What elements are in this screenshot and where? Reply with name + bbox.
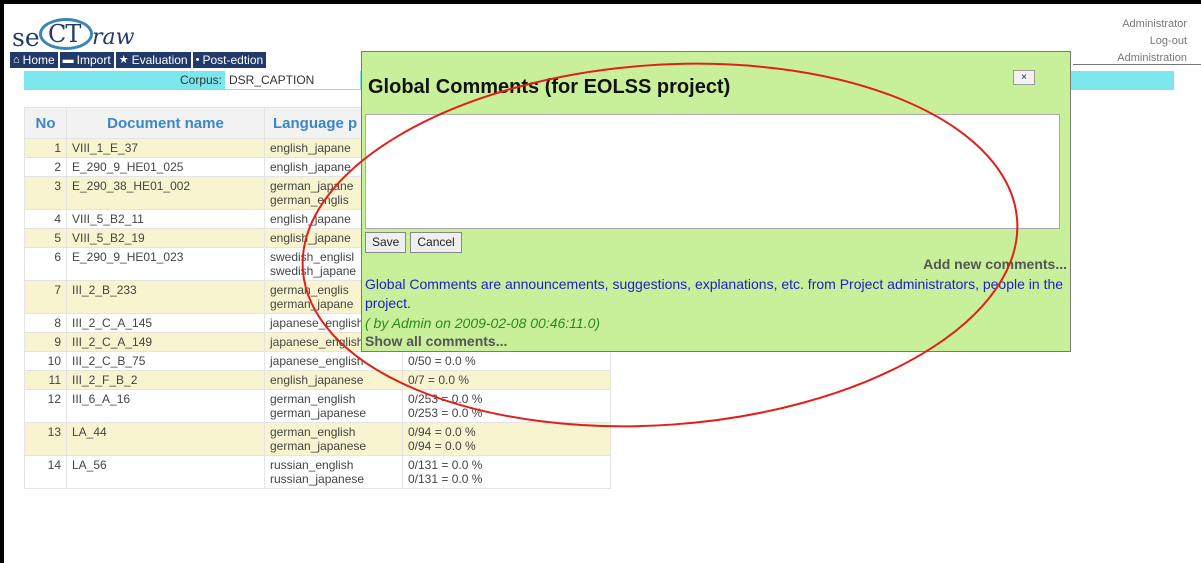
result-value: 0/131 = 0.0 % — [408, 472, 483, 486]
language-pair[interactable]: german_english — [270, 425, 397, 439]
document-name-link[interactable]: VIII_5_B2_19 — [66, 228, 265, 248]
language-pair[interactable]: german_japanese — [270, 439, 397, 453]
result-value: 0/7 = 0.0 % — [408, 373, 470, 387]
show-all-comments-link[interactable]: Show all comments... — [365, 333, 507, 349]
language-pair-cell: japanese_english — [264, 351, 403, 371]
language-pair[interactable]: english_japanese — [270, 373, 397, 387]
window-frame-left — [0, 0, 4, 563]
row-number: 5 — [24, 228, 67, 248]
language-pair[interactable]: russian_english — [270, 458, 397, 472]
nav-postedition-label: Post-edtion — [202, 53, 264, 67]
nav-home-label: Home — [22, 53, 55, 67]
comment-textarea[interactable] — [365, 114, 1060, 229]
language-pair-cell: russian_english russian_japanese — [264, 455, 403, 489]
document-name-link[interactable]: III_2_B_233 — [66, 280, 265, 314]
document-name-link[interactable]: III_2_C_A_145 — [66, 313, 265, 333]
row-number: 10 — [24, 351, 67, 371]
row-number: 3 — [24, 176, 67, 210]
user-box: Administrator Log-out Administration — [1117, 16, 1187, 67]
header-divider — [1073, 64, 1201, 65]
result-value: 0/50 = 0.0 % — [408, 354, 476, 368]
row-number: 8 — [24, 313, 67, 333]
result-cell: 0/253 = 0.0 % 0/253 = 0.0 % — [402, 389, 611, 423]
result-cell: 0/7 = 0.0 % — [402, 370, 611, 390]
close-button[interactable]: × — [1013, 70, 1035, 85]
star-icon: ★ — [118, 54, 129, 66]
logo-se: se — [12, 23, 40, 52]
document-name-link[interactable]: E_290_9_HE01_025 — [66, 157, 265, 177]
row-number: 12 — [24, 389, 67, 423]
result-value: 0/253 = 0.0 % — [408, 392, 483, 406]
comment-meta: ( by Admin on 2009-02-08 00:46:11.0) — [365, 315, 601, 331]
language-pair[interactable]: japanese_english — [270, 354, 397, 368]
nav-import-button[interactable]: ▬ Import — [59, 52, 114, 68]
language-pair[interactable]: german_japanese — [270, 406, 397, 420]
table-row[interactable]: 11 III_2_F_B_2 english_japanese 0/7 = 0.0 % — [24, 370, 611, 390]
col-no-header[interactable]: No — [24, 107, 67, 139]
cancel-button[interactable]: Cancel — [410, 232, 462, 253]
table-row[interactable]: 14 LA_56 russian_english russian_japanese 0/… — [24, 455, 611, 489]
logo-ct: CT — [48, 20, 81, 48]
language-pair[interactable]: russian_japanese — [270, 472, 397, 486]
user-name: Administrator — [1122, 18, 1187, 30]
document-name-link[interactable]: LA_44 — [66, 422, 265, 456]
result-value: 0/131 = 0.0 % — [408, 458, 483, 472]
dialog-title: Global Comments (for EOLSS project) — [368, 76, 731, 98]
document-name-link[interactable]: III_2_C_B_75 — [66, 351, 265, 371]
dialog-buttons: Save Cancel — [365, 232, 462, 253]
logout-link[interactable]: Log-out — [1117, 33, 1187, 50]
result-cell: 0/94 = 0.0 % 0/94 = 0.0 % — [402, 422, 611, 456]
global-comments-dialog: Global Comments (for EOLSS project) × Sa… — [361, 51, 1071, 352]
result-value: 0/253 = 0.0 % — [408, 406, 483, 420]
row-number: 4 — [24, 209, 67, 229]
result-cell: 0/50 = 0.0 % — [402, 351, 611, 371]
document-name-link[interactable]: III_6_A_16 — [66, 389, 265, 423]
comments-description: Global Comments are announcements, sugge… — [365, 276, 1064, 311]
logo-raw: raw — [92, 25, 135, 50]
document-name-link[interactable]: VIII_5_B2_11 — [66, 209, 265, 229]
corpus-label: Corpus: — [180, 73, 223, 87]
row-number: 11 — [24, 370, 67, 390]
document-name-link[interactable]: E_290_38_HE01_002 — [66, 176, 265, 210]
save-button[interactable]: Save — [365, 232, 407, 253]
document-name-link[interactable]: VIII_1_E_37 — [66, 138, 265, 158]
row-number: 13 — [24, 422, 67, 456]
language-pair-cell: german_english german_japanese — [264, 389, 403, 423]
language-pair-cell: english_japanese — [264, 370, 403, 390]
corpus-select[interactable]: DSR_CAPTION — [225, 71, 360, 89]
main-nav: ⌂ Home ▬ Import ★ Evaluation • Post-edti… — [10, 52, 267, 68]
nav-postedition-button[interactable]: • Post-edtion — [192, 52, 267, 68]
nav-home-button[interactable]: ⌂ Home — [10, 52, 58, 68]
document-name-link[interactable]: E_290_9_HE01_023 — [66, 247, 265, 281]
import-icon: ▬ — [62, 54, 74, 66]
row-number: 6 — [24, 247, 67, 281]
row-number: 1 — [24, 138, 67, 158]
window-frame-top — [0, 0, 1201, 4]
language-pair[interactable]: german_english — [270, 392, 397, 406]
result-cell: 0/131 = 0.0 % 0/131 = 0.0 % — [402, 455, 611, 489]
row-number: 9 — [24, 332, 67, 352]
table-row[interactable]: 10 III_2_C_B_75 japanese_english 0/50 = 0.0… — [24, 351, 611, 371]
pin-icon: • — [195, 54, 200, 66]
nav-evaluation-label: Evaluation — [131, 53, 188, 67]
document-name-link[interactable]: III_2_C_A_149 — [66, 332, 265, 352]
nav-evaluation-button[interactable]: ★ Evaluation — [115, 52, 191, 68]
row-number: 2 — [24, 157, 67, 177]
table-row[interactable]: 13 LA_44 german_english german_japanese 0/94… — [24, 422, 611, 456]
add-comments-link[interactable]: Add new comments... — [923, 256, 1067, 272]
document-name-link[interactable]: III_2_F_B_2 — [66, 370, 265, 390]
result-value: 0/94 = 0.0 % — [408, 425, 476, 439]
nav-import-label: Import — [76, 53, 111, 67]
home-icon: ⌂ — [13, 54, 20, 66]
document-name-link[interactable]: LA_56 — [66, 455, 265, 489]
table-row[interactable]: 12 III_6_A_16 german_english german_japanes… — [24, 389, 611, 423]
row-number: 14 — [24, 455, 67, 489]
language-pair-cell: german_english german_japanese — [264, 422, 403, 456]
col-document-header[interactable]: Document name — [66, 107, 265, 139]
result-value: 0/94 = 0.0 % — [408, 439, 476, 453]
row-number: 7 — [24, 280, 67, 314]
app-logo[interactable]: se CT raw — [12, 18, 152, 52]
